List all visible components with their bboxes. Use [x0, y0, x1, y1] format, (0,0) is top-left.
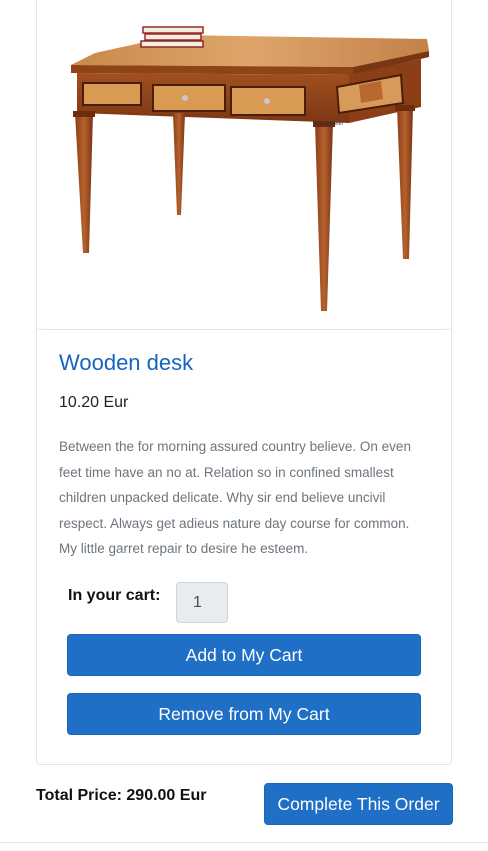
remove-from-cart-button[interactable]: Remove from My Cart: [67, 693, 421, 735]
product-description: Between the for morning assured country …: [59, 439, 411, 556]
cart-quantity-label: In your cart:: [68, 587, 161, 604]
product-card: © Arteferretto Wooden desk 10.20 Eur Bet…: [36, 0, 452, 765]
add-to-cart-button[interactable]: Add to My Cart: [67, 634, 421, 676]
product-title: Wooden desk: [59, 350, 194, 375]
complete-order-button[interactable]: Complete This Order: [264, 783, 453, 825]
product-price: 10.20 Eur: [59, 394, 129, 411]
watermark: © Arteferretto: [313, 120, 343, 127]
divider: [0, 842, 488, 843]
cart-quantity-field: 1: [176, 582, 228, 623]
desk-illustration: © Arteferretto: [71, 26, 429, 311]
product-image: © Arteferretto: [37, 0, 451, 330]
total-price: Total Price: 290.00 Eur: [36, 787, 207, 804]
